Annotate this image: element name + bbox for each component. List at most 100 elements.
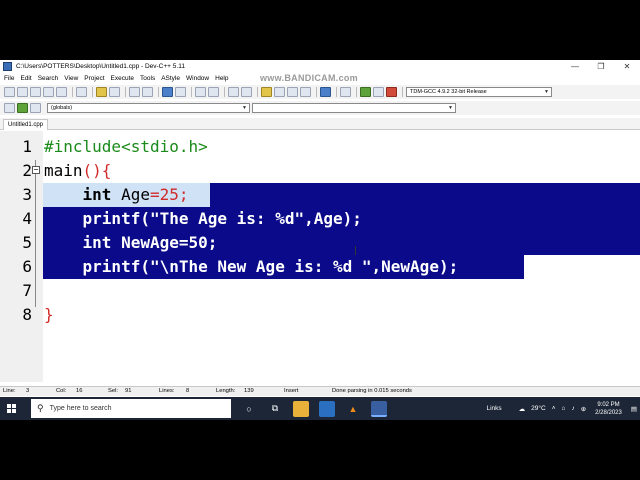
main-toolbar: TDM-GCC 4.9.2 32-bit Release ▼ (0, 85, 640, 99)
menu-edit[interactable]: Edit (20, 75, 31, 82)
new-file-icon[interactable] (4, 87, 15, 97)
replace-icon[interactable] (142, 87, 153, 97)
scope-select[interactable]: (globals) ▼ (47, 103, 250, 113)
maximize-button[interactable]: ❐ (588, 60, 614, 73)
run-icon[interactable] (274, 87, 285, 97)
code-line: 7 (0, 279, 640, 303)
screen: C:\Users\POTTERS\Desktop\Untitled1.cpp -… (0, 60, 640, 420)
status-sel-value: 91 (125, 388, 132, 394)
profile-icon[interactable] (373, 87, 384, 97)
indent-icon[interactable] (162, 87, 173, 97)
links-toolbar[interactable]: Links (486, 405, 501, 412)
check-syntax-icon[interactable] (320, 87, 331, 97)
status-line-value: 3 (26, 388, 30, 394)
notification-icon[interactable]: ▤ (631, 405, 637, 413)
window-title: C:\Users\POTTERS\Desktop\Untitled1.cpp -… (16, 63, 185, 70)
code-line: 8 } (0, 303, 640, 327)
vlc-icon[interactable]: ▲ (345, 401, 361, 417)
next-page-icon[interactable] (241, 87, 252, 97)
menu-help[interactable]: Help (215, 75, 228, 82)
open-file-icon[interactable] (17, 87, 28, 97)
code-line: 2 − main(){ (0, 159, 640, 183)
undo-icon[interactable] (96, 87, 107, 97)
line-number: 5 (22, 233, 32, 252)
code-editor[interactable]: 1 #include<stdio.h> 2 − main(){ 3 int Ag… (0, 131, 640, 382)
menu-project[interactable]: Project (84, 75, 104, 82)
unindent-icon[interactable] (175, 87, 186, 97)
code-token: main (44, 161, 83, 180)
store-icon[interactable] (319, 400, 335, 417)
status-lines-label: Lines: (159, 388, 175, 394)
line-number: 6 (22, 257, 32, 276)
chevron-down-icon: ▼ (242, 105, 247, 111)
close-file-icon[interactable] (56, 87, 67, 97)
toolbar-separator (191, 87, 192, 97)
member-select[interactable]: ▼ (252, 103, 456, 113)
fold-collapse-icon[interactable]: − (32, 166, 40, 174)
status-col-value: 16 (76, 388, 83, 394)
code-text: #include<stdio.h> (44, 137, 208, 156)
insert-icon[interactable] (4, 103, 15, 113)
toolbar-separator (125, 87, 126, 97)
chart-icon[interactable] (360, 87, 371, 97)
menu-file[interactable]: File (4, 75, 14, 82)
find-icon[interactable] (129, 87, 140, 97)
taskbar-search-box[interactable]: ⚲ Type here to search (31, 399, 231, 418)
minimize-button[interactable]: — (562, 60, 588, 73)
devcpp-taskbar-icon[interactable] (371, 400, 387, 417)
toolbar-separator (402, 87, 403, 97)
cortana-icon[interactable]: ○ (241, 401, 257, 417)
menu-search[interactable]: Search (38, 75, 59, 82)
menu-tools[interactable]: Tools (140, 75, 155, 82)
debug-icon[interactable] (386, 87, 397, 97)
prev-page-icon[interactable] (228, 87, 239, 97)
code-line: 4 printf("The Age is: %d",Age); (0, 207, 640, 231)
code-text: int Age=25; (44, 183, 189, 207)
volume-icon[interactable]: ♪ (571, 405, 574, 412)
redo-icon[interactable] (109, 87, 120, 97)
chevron-up-icon[interactable]: ˄ (552, 405, 556, 412)
line-number: 8 (22, 305, 32, 324)
language-icon[interactable]: ⊕ (581, 405, 586, 413)
editor-tabs: Untitled1.cpp (0, 118, 640, 130)
toggle-bookmark-icon[interactable] (17, 103, 28, 113)
search-icon: ⚲ (37, 403, 44, 413)
menu-bar: File Edit Search View Project Execute To… (0, 73, 640, 84)
menu-astyle[interactable]: AStyle (161, 75, 180, 82)
title-bar: C:\Users\POTTERS\Desktop\Untitled1.cpp -… (0, 60, 640, 73)
goto-icon[interactable] (30, 103, 41, 113)
line-number: 7 (22, 281, 32, 300)
line-number: 1 (22, 137, 32, 156)
compiler-select[interactable]: TDM-GCC 4.9.2 32-bit Release ▼ (406, 87, 552, 97)
taskbar-clock[interactable]: 9:02 PM 2/28/2023 (595, 401, 622, 417)
menu-window[interactable]: Window (186, 75, 209, 82)
task-view-icon[interactable]: ⧉ (267, 401, 283, 417)
file-explorer-icon[interactable] (293, 400, 309, 417)
code-line: 5 int NewAge=50; (0, 231, 640, 255)
close-button[interactable]: ✕ (614, 60, 640, 73)
goto-line-icon[interactable] (195, 87, 206, 97)
toolbar-separator (316, 87, 317, 97)
compile-run-icon[interactable] (287, 87, 298, 97)
class-toolbar: (globals) ▼ ▼ (0, 101, 640, 115)
taskbar-search-placeholder: Type here to search (49, 405, 112, 412)
toolbar-separator (224, 87, 225, 97)
rebuild-icon[interactable] (300, 87, 311, 97)
start-button[interactable] (0, 397, 22, 420)
save-icon[interactable] (30, 87, 41, 97)
menu-view[interactable]: View (64, 75, 78, 82)
compiler-select-value: TDM-GCC 4.9.2 32-bit Release (410, 89, 487, 95)
print-icon[interactable] (76, 87, 87, 97)
stop-execution-icon[interactable] (340, 87, 351, 97)
compile-icon[interactable] (261, 87, 272, 97)
goto-bookmark-icon[interactable] (208, 87, 219, 97)
code-text: main(){ (44, 159, 111, 183)
save-all-icon[interactable] (43, 87, 54, 97)
tab-untitled1[interactable]: Untitled1.cpp (3, 119, 49, 130)
status-message: Done parsing in 0.015 seconds (332, 388, 412, 394)
weather-temp[interactable]: 29°C (531, 405, 546, 412)
network-icon[interactable]: ⌂ (562, 405, 566, 412)
menu-execute[interactable]: Execute (111, 75, 135, 82)
status-line-label: Line: (3, 388, 16, 394)
code-text: printf("The Age is: %d",Age); (44, 209, 362, 228)
